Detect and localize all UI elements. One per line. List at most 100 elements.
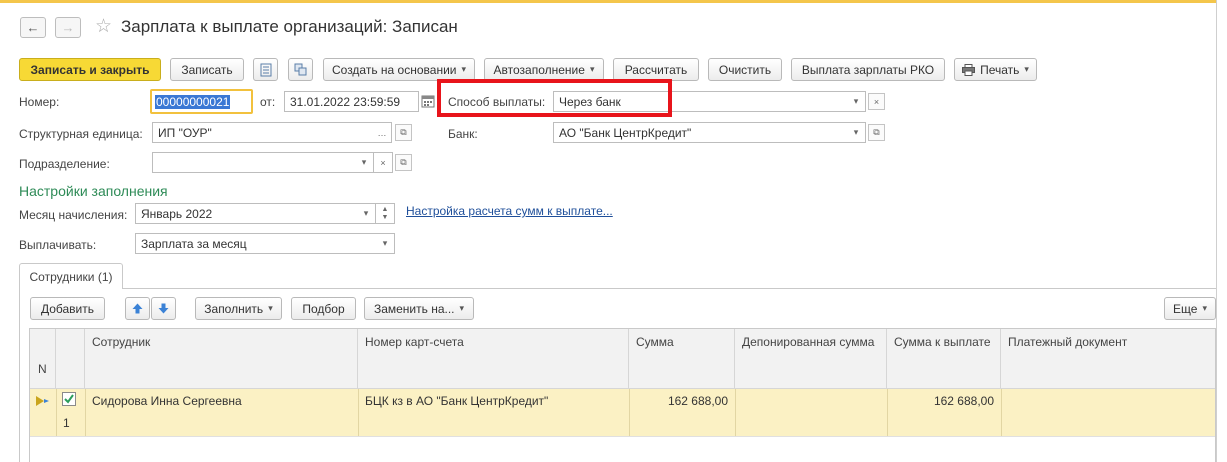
fill-button[interactable]: Заполнить — [195, 297, 282, 320]
month-label: Месяц начисления: — [19, 208, 128, 222]
employees-table[interactable]: N Сотрудник Номер карт-счета Сумма Депон… — [29, 328, 1216, 462]
number-label: Номер: — [19, 95, 60, 109]
create-based-label: Создать на основании — [331, 62, 457, 77]
replace-button[interactable]: Заменить на... — [364, 297, 474, 320]
page-title: Зарплата к выплате организаций: Записан — [121, 17, 458, 36]
more-button[interactable]: Еще — [1164, 297, 1216, 320]
fill-label: Заполнить — [204, 301, 264, 316]
col-sum-header[interactable]: Сумма — [629, 329, 735, 389]
row-sep — [887, 389, 888, 436]
col-n-header[interactable]: N — [30, 329, 56, 389]
col-check-header[interactable] — [56, 329, 85, 389]
month-up-icon[interactable]: ▲ — [382, 206, 389, 214]
row-sep — [629, 389, 630, 436]
pay-method-clear-icon[interactable]: × — [868, 93, 885, 110]
col-payment-doc-header[interactable]: Платежный документ — [1001, 329, 1215, 389]
row-sep — [56, 389, 57, 436]
month-dropdown-icon[interactable]: ▾ — [357, 203, 376, 224]
sum-settings-link[interactable]: Настройка расчета сумм к выплате... — [406, 204, 613, 218]
pay-type-value: Зарплата за месяц — [141, 236, 247, 251]
autofill-label: Автозаполнение — [493, 62, 585, 77]
save-button[interactable]: Записать — [170, 58, 244, 81]
to-pay-cell[interactable]: 162 688,00 — [887, 389, 1001, 413]
date-label: от: — [260, 95, 276, 109]
document-journal-button[interactable] — [253, 58, 278, 81]
payment-doc-cell[interactable] — [1001, 389, 1215, 399]
month-value: Январь 2022 — [141, 206, 213, 221]
pay-type-dropdown-icon[interactable]: ▾ — [376, 233, 395, 254]
window-right-edge — [1216, 0, 1227, 462]
replace-label: Заменить на... — [373, 301, 455, 316]
month-down-icon[interactable]: ▼ — [382, 214, 389, 222]
tab-employees[interactable]: Сотрудники (1) — [19, 263, 123, 289]
forward-button[interactable]: → — [55, 17, 81, 38]
window-top-border — [0, 0, 1227, 3]
autofill-button[interactable]: Автозаполнение — [484, 58, 604, 81]
unit-label: Структурная единица: — [19, 127, 143, 141]
save-and-close-button[interactable]: Записать и закрыть — [19, 58, 161, 81]
row-sep — [735, 389, 736, 436]
sum-cell[interactable]: 162 688,00 — [629, 389, 735, 413]
tab-panel-left-border — [19, 288, 20, 462]
number-value: 00000000021 — [155, 94, 231, 109]
create-based-on-button[interactable]: Создать на основании — [323, 58, 475, 81]
dept-field[interactable] — [152, 152, 356, 173]
col-employee-header[interactable]: Сотрудник — [85, 329, 358, 389]
pay-method-dropdown-icon[interactable]: ▾ — [847, 91, 866, 112]
month-field[interactable]: Январь 2022 — [135, 203, 358, 224]
row-checkbox[interactable] — [62, 392, 76, 406]
clear-button[interactable]: Очистить — [708, 58, 782, 81]
col-deposited-header[interactable]: Депонированная сумма — [735, 329, 887, 389]
col-card-header[interactable]: Номер карт-счета — [358, 329, 629, 389]
card-cell[interactable]: БЦК кз в АО "Банк ЦентрКредит" — [358, 389, 629, 413]
pay-type-field[interactable]: Зарплата за месяц — [135, 233, 377, 254]
printer-icon — [962, 63, 976, 76]
add-row-button[interactable]: Добавить — [30, 297, 105, 320]
row-sep — [1001, 389, 1002, 436]
tab-line — [123, 288, 1216, 289]
bank-field[interactable]: АО "Банк ЦентрКредит" — [553, 122, 848, 143]
journal-icon — [260, 63, 271, 76]
unit-open-icon[interactable]: ⧉ — [395, 124, 412, 141]
checkmark-icon — [64, 394, 74, 404]
dept-label: Подразделение: — [19, 157, 110, 171]
row-sep — [85, 389, 86, 436]
date-value: 31.01.2022 23:59:59 — [290, 94, 401, 109]
favorite-star-icon[interactable]: ☆ — [95, 15, 112, 38]
arrow-down-icon — [158, 303, 169, 314]
bank-dropdown-icon[interactable]: ▾ — [847, 122, 866, 143]
pick-button[interactable]: Подбор — [291, 297, 356, 320]
forward-arrow-icon: → — [61, 20, 75, 35]
structure-button[interactable] — [288, 58, 313, 81]
number-field[interactable]: 00000000021 — [150, 89, 253, 114]
date-field[interactable]: 31.01.2022 23:59:59 — [284, 91, 419, 112]
unit-field[interactable]: ИП "ОУР" — [152, 122, 374, 143]
bank-label: Банк: — [448, 127, 478, 141]
structure-icon — [294, 63, 307, 76]
print-button[interactable]: Печать — [954, 58, 1037, 81]
back-button[interactable]: ← — [20, 17, 46, 38]
bank-open-icon[interactable]: ⧉ — [868, 124, 885, 141]
arrow-up-icon — [132, 303, 143, 314]
row-sep — [358, 389, 359, 436]
print-label: Печать — [980, 62, 1020, 77]
row-number: 1 — [63, 416, 70, 430]
calendar-icon[interactable] — [421, 94, 435, 108]
back-arrow-icon: ← — [26, 20, 40, 35]
rko-payment-button[interactable]: Выплата зарплаты РКО — [791, 58, 945, 81]
deposited-cell[interactable] — [735, 389, 887, 399]
row-bottom-divider — [30, 436, 1215, 437]
dept-open-icon[interactable]: ⧉ — [395, 154, 412, 171]
col-to-pay-header[interactable]: Сумма к выплате — [887, 329, 1001, 389]
employee-cell[interactable]: Сидорова Инна Сергеевна — [85, 389, 358, 413]
bank-value: АО "Банк ЦентрКредит" — [559, 125, 692, 140]
month-stepper[interactable]: ▲ ▼ — [376, 203, 395, 224]
calculate-button[interactable]: Рассчитать — [613, 58, 699, 81]
dept-clear-icon[interactable]: × — [374, 152, 393, 173]
dept-dropdown-icon[interactable]: ▾ — [355, 152, 374, 173]
unit-select-icon[interactable]: … — [373, 122, 392, 143]
move-up-button[interactable] — [125, 297, 150, 320]
fill-settings-heading: Настройки заполнения — [19, 183, 168, 199]
move-down-button[interactable] — [151, 297, 176, 320]
table-row[interactable]: 1 Сидорова Инна Сергеевна БЦК кз в АО "Б… — [30, 389, 1215, 436]
